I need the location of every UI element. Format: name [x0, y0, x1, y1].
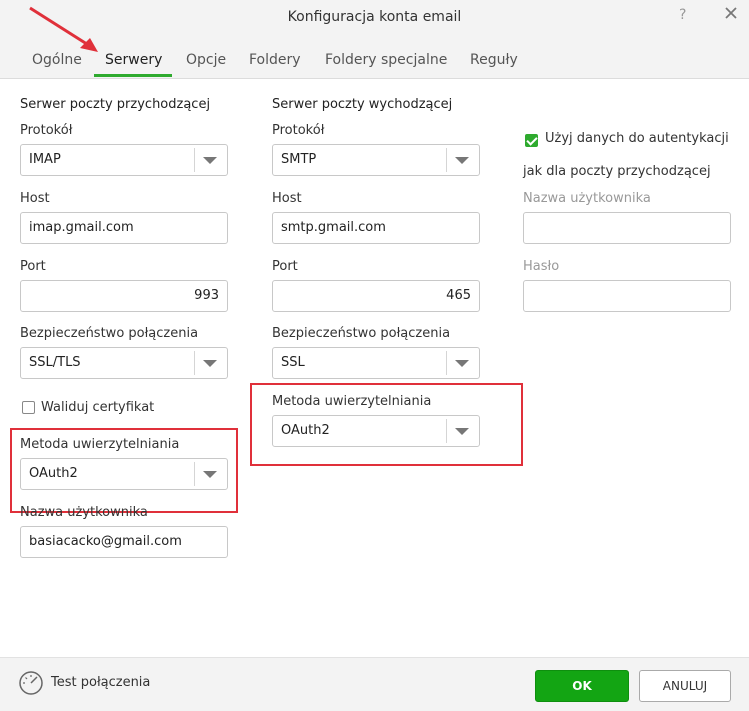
auth-password-label: Hasło [523, 259, 560, 274]
incoming-auth-select[interactable]: OAuth2 [20, 458, 228, 490]
outgoing-auth-select[interactable]: OAuth2 [272, 415, 480, 447]
select-divider [446, 419, 447, 443]
ok-button[interactable]: OK [535, 670, 629, 702]
incoming-host-input[interactable]: imap.gmail.com [20, 212, 228, 244]
tab-rules[interactable]: Reguły [470, 52, 518, 68]
outgoing-auth-label: Metoda uwierzytelniania [272, 394, 432, 409]
test-connection-link[interactable]: Test połączenia [51, 675, 150, 690]
outgoing-port-label: Port [272, 259, 298, 274]
incoming-username-label: Nazwa użytkownika [20, 505, 148, 520]
select-divider [194, 462, 195, 486]
outgoing-security-label: Bezpieczeństwo połączenia [272, 326, 451, 341]
auth-username-label: Nazwa użytkownika [523, 191, 651, 206]
window-title: Konfiguracja konta email [287, 9, 462, 25]
outgoing-protocol-label: Protokół [272, 123, 325, 138]
dropdown-caret-icon [455, 428, 469, 435]
outgoing-protocol-select[interactable]: SMTP [272, 144, 480, 176]
incoming-host-label: Host [20, 191, 50, 206]
incoming-security-label: Bezpieczeństwo połączenia [20, 326, 199, 341]
incoming-port-label: Port [20, 259, 46, 274]
dropdown-caret-icon [455, 360, 469, 367]
outgoing-security-value: SSL [281, 355, 305, 370]
validate-cert-label: Waliduj certyfikat [41, 400, 155, 415]
tab-folders[interactable]: Foldery [249, 52, 301, 68]
outgoing-heading: Serwer poczty wychodzącej [272, 97, 453, 112]
dropdown-caret-icon [203, 360, 217, 367]
select-divider [446, 148, 447, 172]
close-icon[interactable] [724, 5, 738, 21]
outgoing-security-select[interactable]: SSL [272, 347, 480, 379]
outgoing-host-input[interactable]: smtp.gmail.com [272, 212, 480, 244]
incoming-heading: Serwer poczty przychodzącej [20, 97, 211, 112]
select-divider [194, 351, 195, 375]
use-credentials-label-2: jak dla poczty przychodzącej [523, 164, 711, 179]
use-credentials-label: Użyj danych do autentykacji [545, 131, 729, 146]
outgoing-host-label: Host [272, 191, 302, 206]
incoming-auth-label: Metoda uwierzytelniania [20, 437, 180, 452]
outgoing-auth-value: OAuth2 [281, 423, 330, 438]
dropdown-caret-icon [455, 157, 469, 164]
select-divider [446, 351, 447, 375]
select-divider [194, 148, 195, 172]
incoming-username-input[interactable]: basiacacko@gmail.com [20, 526, 228, 558]
dropdown-caret-icon [203, 157, 217, 164]
active-tab-indicator [94, 74, 172, 77]
help-button[interactable]: ? [679, 7, 686, 23]
incoming-security-select[interactable]: SSL/TLS [20, 347, 228, 379]
incoming-protocol-select[interactable]: IMAP [20, 144, 228, 176]
use-credentials-checkbox[interactable] [525, 134, 538, 147]
auth-username-input[interactable] [523, 212, 731, 244]
incoming-auth-value: OAuth2 [29, 466, 78, 481]
validate-cert-checkbox[interactable] [22, 401, 35, 414]
outgoing-port-input[interactable]: 465 [272, 280, 480, 312]
annotation-arrow-icon [29, 6, 98, 52]
incoming-protocol-label: Protokół [20, 123, 73, 138]
incoming-port-input[interactable]: 993 [20, 280, 228, 312]
tab-special-folders[interactable]: Foldery specjalne [325, 52, 447, 68]
outgoing-protocol-value: SMTP [281, 152, 317, 167]
auth-password-input[interactable] [523, 280, 731, 312]
dropdown-caret-icon [203, 471, 217, 478]
cancel-button[interactable]: ANULUJ [639, 670, 731, 702]
incoming-protocol-value: IMAP [29, 152, 61, 167]
speedometer-icon[interactable] [18, 670, 44, 696]
tab-servers[interactable]: Serwery [105, 52, 162, 68]
incoming-security-value: SSL/TLS [29, 355, 81, 370]
tab-options[interactable]: Opcje [186, 52, 226, 68]
